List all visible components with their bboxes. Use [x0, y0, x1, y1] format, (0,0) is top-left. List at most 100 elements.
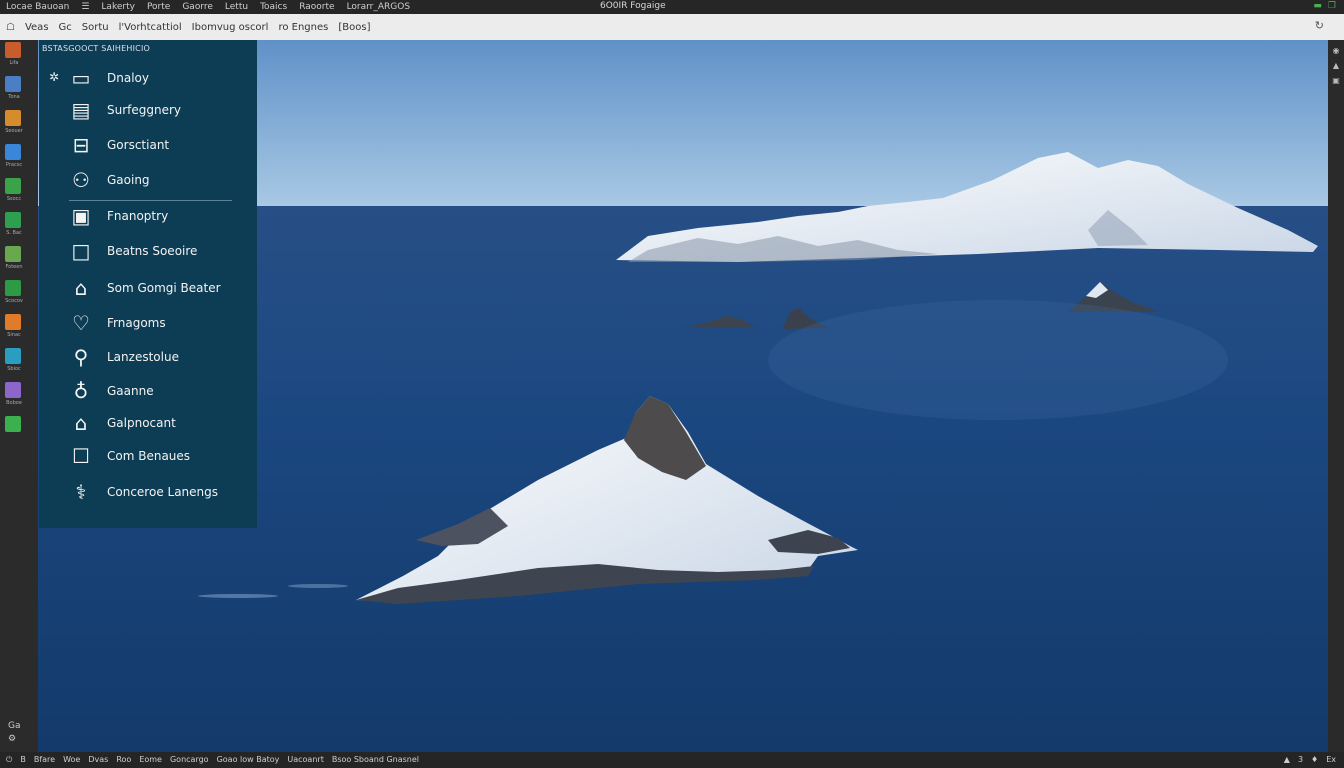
menu-item-7[interactable]: ⌂ Som Gomgi Beater [69, 273, 249, 303]
menu-item-label: Gaanne [107, 384, 154, 398]
toolbar-item[interactable]: Gc [59, 22, 72, 33]
dock-app-label: Scocov [5, 298, 23, 304]
left-dock: Lifa Tona Seouer Pracsc Ssocc S. Bac Foteen Sco… [0, 40, 39, 752]
taskbar-item[interactable]: Bsoo Sboand Gnasnel [332, 755, 419, 765]
menu-item[interactable]: Lettu [225, 2, 248, 12]
tray-up-icon[interactable]: ▲ [1284, 755, 1290, 764]
toolbar-item[interactable]: ro Engnes [278, 22, 328, 33]
menu-item[interactable]: Lakerty [101, 2, 135, 12]
menu-item[interactable]: Porte [147, 2, 170, 12]
taskbar-item[interactable]: Roo [116, 755, 131, 765]
tray-item[interactable]: 3 [1298, 755, 1303, 764]
menu-item-12[interactable]: ☐ Com Benaues [69, 441, 249, 471]
toolbar-item[interactable]: Ibomvug oscorl [192, 22, 269, 33]
dock-app-icon[interactable] [5, 348, 21, 364]
menu-item-4[interactable]: ⚇ Gaoing [69, 165, 249, 195]
chat-bubble-icon: ▭ [71, 66, 91, 90]
tray-item[interactable]: Ex [1326, 755, 1336, 764]
toolbar: ☖ Veas Gc Sortu l'Vorhtcattiol Ibomvug o… [0, 14, 1344, 41]
dock-app-icon[interactable] [5, 382, 21, 398]
settings-gear-icon[interactable]: ✲ [49, 70, 59, 84]
toolbar-item[interactable]: Veas [25, 22, 49, 33]
taskbar-item[interactable]: Goncargo [170, 755, 209, 765]
toolbar-item[interactable]: Sortu [82, 22, 109, 33]
gear-icon[interactable]: ⚙ [8, 733, 21, 746]
menu-item-5[interactable]: ▣ Fnanoptry [69, 201, 249, 231]
dock-app-icon[interactable] [5, 280, 21, 296]
taskbar-item[interactable]: Woe [63, 755, 80, 765]
toolbar-item[interactable]: l'Vorhtcattiol [119, 22, 182, 33]
tray-diamond-icon[interactable]: ♦ [1311, 755, 1318, 764]
top-menu: Locae Bauoan ☰ Lakerty Porte Gaorre Lett… [0, 2, 410, 12]
system-tray: ▲ 3 ♦ Ex [1284, 755, 1336, 764]
menu-item-label: Gorsctiant [107, 138, 170, 152]
tool-icon[interactable]: ▣ [1328, 76, 1344, 85]
right-tool-strip: ◉ ▲ ▣ [1328, 40, 1344, 752]
menu-item-label: Lanzestolue [107, 350, 179, 364]
menu-item-8[interactable]: ♡ Frnagoms [69, 308, 249, 338]
heart-outline-icon: ♡ [72, 311, 90, 335]
toolbar-item[interactable]: [Boos] [338, 22, 370, 33]
menu-item-label: Fnanoptry [107, 209, 169, 223]
dock-app-icon[interactable] [5, 178, 21, 194]
dock-app-label: Pracsc [5, 162, 23, 168]
restore-icon[interactable]: ❐ [1328, 1, 1336, 11]
dock-app-icon[interactable] [5, 76, 21, 92]
menu-item-6[interactable]: □ Beatns Soeoire [69, 236, 249, 266]
menu-item[interactable]: Locae Bauoan [6, 2, 69, 12]
menu-item-11[interactable]: ⌂ Galpnocant [69, 408, 249, 438]
menu-item[interactable]: Toaics [260, 2, 287, 12]
dock-app-label: Ssocc [6, 196, 22, 202]
square-frame-icon: □ [71, 239, 91, 263]
stethoscope-icon: ⚕ [75, 480, 87, 504]
minimize-icon[interactable]: ▬ [1313, 1, 1322, 11]
menu-item-label: Gaoing [107, 173, 150, 187]
dock-app-label: Foteen [5, 264, 23, 270]
menu-item-2[interactable]: ▤ Surfeggnery [69, 95, 249, 125]
dock-app-icon[interactable] [5, 246, 21, 262]
refresh-icon[interactable]: ↻ [1315, 19, 1324, 32]
window-title: 6O0IR Fogaige [600, 1, 666, 11]
menu-item-label: Frnagoms [107, 316, 166, 330]
power-icon[interactable]: ⏻ [6, 755, 12, 765]
document-stack-icon: ▤ [71, 98, 91, 122]
start-menu-panel: BSTASGOOCT SAIHEHICIO ✲ ▭ Dnaloy ▤ Surfeggn… [39, 40, 257, 528]
menu-item-3[interactable]: ⊟ Gorsctiant [69, 130, 249, 160]
menu-item-label: Som Gomgi Beater [107, 281, 221, 295]
taskbar-item[interactable]: Goao low Batoy [217, 755, 280, 765]
monitor-doc-icon: ⊟ [72, 133, 90, 157]
dock-app-label: Tona [8, 94, 20, 100]
tool-icon[interactable]: ▲ [1328, 61, 1344, 70]
dock-app-icon[interactable] [5, 42, 21, 58]
taskbar-item[interactable]: B [20, 755, 26, 765]
tool-icon[interactable]: ◉ [1328, 46, 1344, 55]
square-outline-icon: ☐ [72, 444, 90, 468]
menu-item-label: Beatns Soeoire [107, 244, 198, 258]
dock-app-icon[interactable] [5, 416, 21, 432]
desktop-icon: ▣ [71, 204, 91, 228]
menu-item-9[interactable]: ⚲ Lanzestolue [69, 342, 249, 372]
menu-item[interactable]: Gaorre [182, 2, 213, 12]
taskbar-item[interactable]: Eome [139, 755, 162, 765]
taskbar-item[interactable]: Bfare [34, 755, 55, 765]
menu-item[interactable]: ☰ [81, 2, 89, 12]
dock-app-icon[interactable] [5, 110, 21, 126]
menu-item-label: Com Benaues [107, 449, 191, 463]
menu-item[interactable]: Lorarr_ARGOS [347, 2, 411, 12]
apple-outline-icon: ♁ [73, 379, 89, 403]
menu-item-label: Dnaloy [107, 71, 149, 85]
menu-item-13[interactable]: ⚕ Conceroe Lanengs [69, 477, 249, 507]
dock-app-icon[interactable] [5, 212, 21, 228]
menu-item-1[interactable]: ▭ Dnaloy [69, 63, 249, 93]
lock-frame-icon: ⌂ [74, 276, 88, 300]
dock-app-icon[interactable] [5, 144, 21, 160]
dock-bottom-item[interactable]: Ga [8, 720, 21, 733]
home-icon[interactable]: ☖ [6, 22, 15, 33]
taskbar-item[interactable]: Dvas [88, 755, 108, 765]
menu-item[interactable]: Raoorte [299, 2, 334, 12]
dock-app-label: Boboe [6, 400, 22, 406]
dock-app-icon[interactable] [5, 314, 21, 330]
dock-app-label: Sinac [7, 332, 21, 338]
taskbar-item[interactable]: Uacoanrt [287, 755, 323, 765]
menu-item-10[interactable]: ♁ Gaanne [69, 376, 249, 406]
